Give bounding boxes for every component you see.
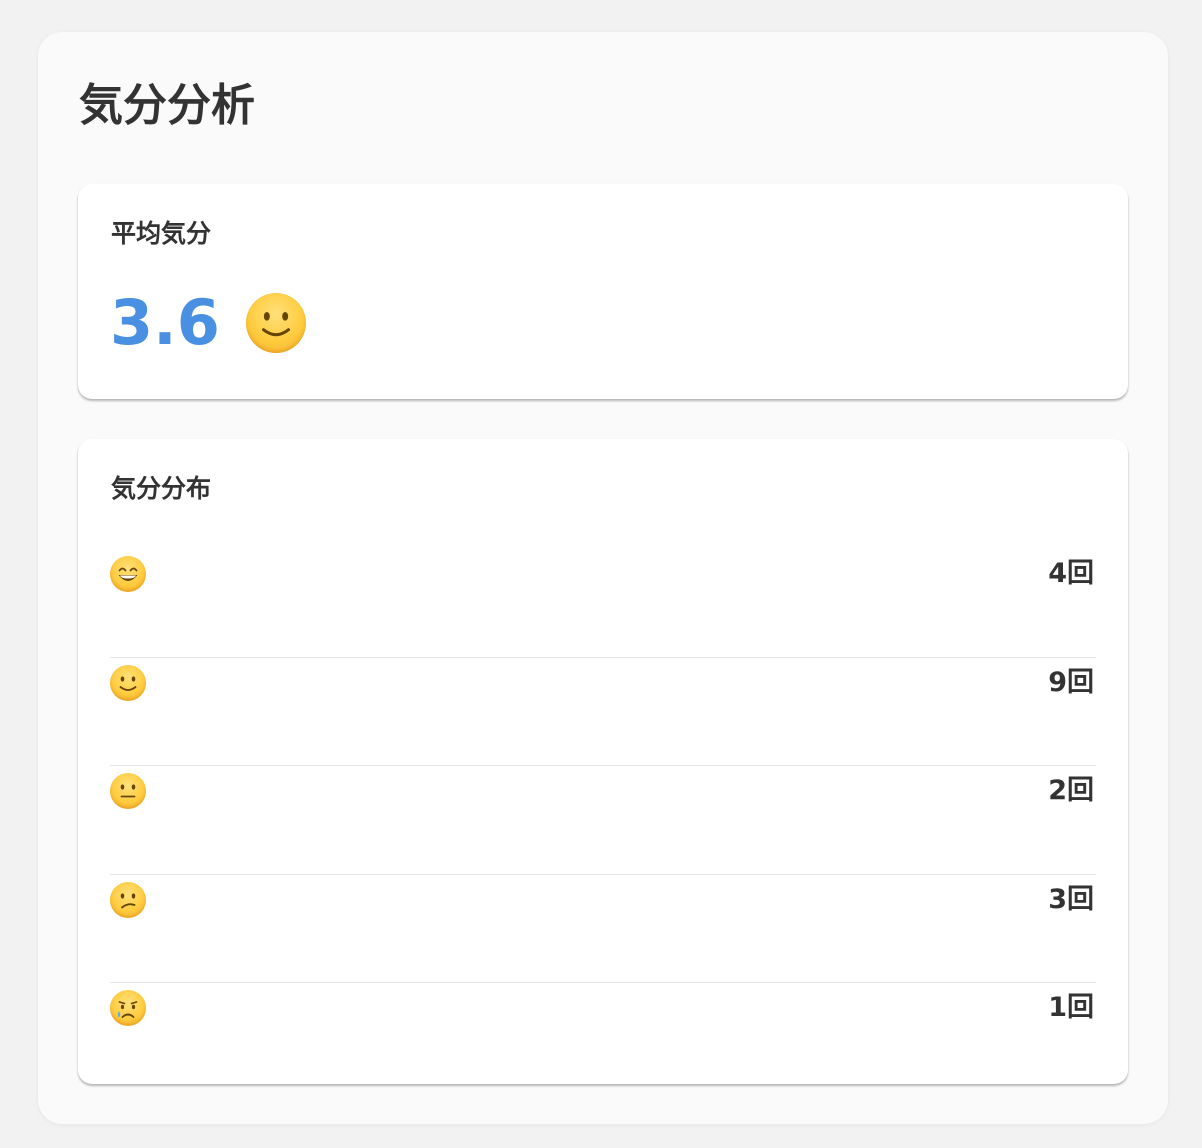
- list-item: 2回: [110, 766, 1096, 875]
- mood-distribution-list: 4回 9回 2回 3回 1回: [110, 549, 1096, 1092]
- mood-count: 1回: [1048, 992, 1094, 1023]
- slightly-smiling-face-icon: [110, 664, 146, 701]
- page-title: 気分分析: [79, 80, 255, 131]
- list-item: 1回: [110, 983, 1096, 1092]
- list-item: 3回: [110, 875, 1096, 983]
- average-mood-label: 平均気分: [111, 219, 212, 248]
- mood-count: 9回: [1048, 666, 1094, 698]
- list-item: 4回: [110, 549, 1096, 658]
- average-mood-card: 平均気分 3.6: [78, 184, 1128, 399]
- mood-distribution-label: 気分分布: [111, 474, 212, 503]
- neutral-face-icon: [110, 773, 146, 809]
- mood-analysis-panel: 気分分析 平均気分 3.6 気分分布 4回 9回 2回 3回 1回: [38, 32, 1168, 1124]
- grinning-face-icon: [110, 556, 146, 592]
- crying-face-icon: [110, 990, 146, 1026]
- mood-count: 2回: [1048, 775, 1094, 806]
- mood-distribution-card: 気分分布 4回 9回 2回 3回 1回: [78, 439, 1128, 1084]
- list-item: 9回: [110, 658, 1096, 766]
- mood-count: 4回: [1048, 558, 1094, 589]
- average-mood-value: 3.6: [110, 286, 220, 359]
- average-mood-row: 3.6: [110, 288, 306, 358]
- mood-count: 3回: [1048, 883, 1094, 915]
- confused-face-icon: [110, 881, 146, 918]
- slightly-smiling-face-icon: [245, 293, 306, 353]
